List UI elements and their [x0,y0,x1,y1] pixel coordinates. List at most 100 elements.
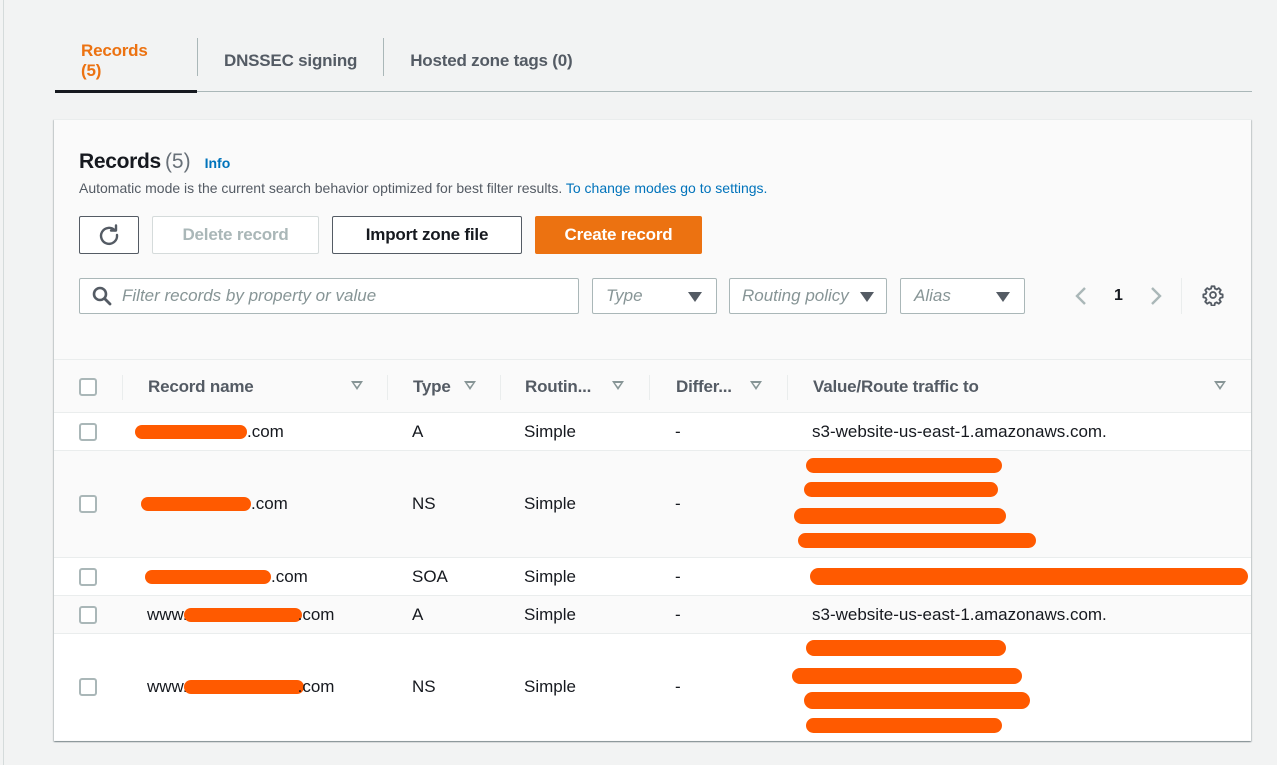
column-header-value[interactable]: Value/Route traffic to [813,360,1233,414]
record-name-cell: www. .com [147,596,334,633]
select-all-cell [79,360,97,414]
redaction-mark [806,458,1002,473]
redaction-mark [183,680,304,694]
sort-icon [464,381,476,390]
tab-records[interactable]: Records (5) [55,30,197,93]
redaction-mark [806,718,1002,733]
description-text: Automatic mode is the current search beh… [79,180,563,196]
previous-page-button[interactable] [1072,287,1090,305]
select-all-checkbox[interactable] [79,378,97,396]
table-row[interactable]: www. .com NS Simple - [54,634,1251,740]
record-value: s3-website-us-east-1.amazonaws.com. [812,421,1107,441]
redaction-mark [794,508,1006,524]
gear-icon [1202,285,1224,307]
type-filter-select[interactable]: Type [592,278,717,314]
table-row[interactable]: .com NS Simple - [54,451,1251,558]
column-divider [122,375,123,400]
column-header-differentiator[interactable]: Differ... [676,360,796,414]
record-type: A [412,421,424,441]
differentiator: - [675,604,681,624]
table-header-row: Record name Type Routin... Differ... Val… [54,359,1251,413]
column-label: Differ... [676,377,732,396]
info-link[interactable]: Info [205,155,231,171]
redaction-mark [806,640,1006,656]
next-page-button[interactable] [1147,287,1165,305]
record-name-suffix: .com [271,566,308,586]
differentiator: - [675,494,681,513]
search-input[interactable] [122,286,578,306]
records-header: Records (5) Info Automatic mode is the c… [79,150,1226,196]
column-divider [787,375,788,400]
column-label: Record name [148,377,254,396]
settings-link[interactable]: To change modes go to settings. [566,180,768,196]
column-label: Type [413,377,451,396]
search-icon [92,286,112,306]
tab-hosted-zone-tags[interactable]: Hosted zone tags (0) [384,30,598,92]
refresh-icon [99,224,119,246]
records-title: Records [79,150,161,173]
column-header-routing-policy[interactable]: Routin... [525,360,655,414]
redaction-mark [810,568,1248,585]
sort-icon [351,381,363,390]
record-name-cell: www. .com [147,634,334,740]
redaction-mark [141,497,251,511]
type-filter-placeholder: Type [606,286,643,305]
delete-record-button[interactable]: Delete record [152,216,319,254]
records-table: Record name Type Routin... Differ... Val… [54,359,1251,740]
create-record-button[interactable]: Create record [535,216,702,254]
redaction-mark [145,569,271,584]
page-left-border [3,0,4,765]
search-field[interactable] [79,278,579,314]
record-name-suffix: .com [251,494,288,513]
record-value: s3-website-us-east-1.amazonaws.com. [812,604,1107,624]
page-number-current[interactable]: 1 [1114,287,1123,305]
search-mode-description: Automatic mode is the current search beh… [79,180,1226,196]
differentiator: - [675,677,681,696]
record-type: NS [412,494,436,513]
column-label: Value/Route traffic to [813,377,979,396]
record-name-cell: .com [141,451,288,557]
sort-icon [750,381,762,390]
row-checkbox[interactable] [79,495,97,513]
tab-dnssec-signing[interactable]: DNSSEC signing [198,30,383,92]
record-name-suffix: .com [297,604,335,624]
records-count: (5) [164,150,191,173]
routing-policy-filter-select[interactable]: Routing policy [729,278,887,314]
table-row[interactable]: .com SOA Simple - [54,558,1251,596]
records-container: Records (5) Info Automatic mode is the c… [54,119,1251,741]
alias-filter-select[interactable]: Alias [900,278,1025,314]
row-checkbox[interactable] [79,605,97,624]
column-header-type[interactable]: Type [413,360,513,414]
differentiator: - [675,566,681,586]
record-name-prefix: www. [147,604,188,624]
redaction-mark [792,668,1022,684]
redaction-mark [135,424,247,439]
row-checkbox[interactable] [79,567,97,586]
record-type: NS [412,677,436,696]
hosted-zone-tabs: Records (5) DNSSEC signing Hosted zone t… [55,30,1252,93]
routing-policy: Simple [524,421,576,441]
table-row[interactable]: www. .com A Simple - s3-website-us-east-… [54,596,1251,634]
filter-bar: Type Routing policy Alias 1 [79,278,1226,314]
row-checkbox[interactable] [79,678,97,696]
routing-policy: Simple [524,566,576,586]
table-row[interactable]: .com A Simple - s3-website-us-east-1.ama… [54,413,1251,451]
table-preferences-button[interactable] [1202,284,1224,307]
record-name-suffix: .com [247,421,284,441]
redaction-mark [183,607,302,622]
record-actions: Delete record Import zone file Create re… [79,216,702,254]
record-type: SOA [412,566,448,586]
redaction-mark [804,692,1030,709]
column-divider [500,375,501,400]
sort-icon [612,381,624,390]
redaction-mark [798,533,1036,548]
pagination: 1 [1072,278,1165,314]
import-zone-file-button[interactable]: Import zone file [332,216,522,254]
alias-filter-placeholder: Alias [914,286,951,305]
refresh-button[interactable] [79,216,139,254]
column-divider [649,375,650,400]
column-header-record-name[interactable]: Record name [148,360,388,414]
routing-policy: Simple [524,604,576,624]
row-checkbox[interactable] [79,422,97,441]
record-type: A [412,604,424,624]
